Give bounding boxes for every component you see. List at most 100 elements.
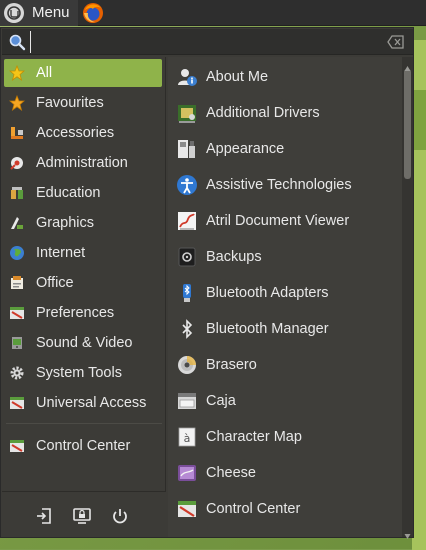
application-list: About Me Additional Drivers Appearance A… — [168, 57, 402, 537]
app-label: Additional Drivers — [206, 105, 320, 121]
category-system-tools[interactable]: System Tools — [4, 359, 162, 387]
category-label: Accessories — [36, 125, 115, 141]
app-label: Cheese — [206, 465, 256, 481]
preferences-icon — [9, 305, 25, 321]
category-sound-video[interactable]: Sound & Video — [4, 329, 162, 357]
backup-icon — [176, 246, 198, 268]
session-actions-bar — [2, 491, 166, 537]
star-icon — [8, 64, 26, 81]
sound-video-icon — [9, 335, 25, 351]
app-cheese[interactable]: Cheese — [168, 455, 402, 491]
app-label: Bluetooth Manager — [206, 321, 329, 337]
firefox-icon[interactable] — [82, 2, 104, 24]
menu-button[interactable]: Menu — [0, 0, 78, 26]
app-caja[interactable]: Caja — [168, 383, 402, 419]
category-accessories[interactable]: Accessories — [4, 119, 162, 147]
app-label: Backups — [206, 249, 262, 265]
category-preferences[interactable]: Preferences — [4, 299, 162, 327]
app-atril-document-viewer[interactable]: Atril Document Viewer — [168, 203, 402, 239]
clear-search-icon[interactable] — [387, 34, 405, 49]
category-universal-access[interactable]: Universal Access — [4, 389, 162, 417]
drivers-icon — [176, 102, 198, 124]
category-administration[interactable]: Administration — [4, 149, 162, 177]
app-backups[interactable]: Backups — [168, 239, 402, 275]
education-icon — [9, 185, 25, 201]
disc-icon — [176, 354, 198, 376]
power-icon[interactable] — [110, 506, 130, 526]
app-about-me[interactable]: About Me — [168, 59, 402, 95]
category-label: Control Center — [36, 438, 131, 454]
bluetooth-adapter-icon — [176, 282, 198, 304]
app-label: Control Center — [206, 501, 301, 517]
category-label: Favourites — [36, 95, 104, 111]
scroll-up-icon[interactable] — [404, 59, 411, 71]
app-label: Bluetooth Adapters — [206, 285, 329, 301]
app-bluetooth-adapters[interactable]: Bluetooth Adapters — [168, 275, 402, 311]
top-panel: Menu — [0, 0, 426, 26]
lock-screen-icon[interactable] — [72, 506, 92, 526]
app-control-center[interactable]: Control Center — [168, 491, 402, 527]
app-assistive-technologies[interactable]: Assistive Technologies — [168, 167, 402, 203]
mint-menu-icon — [4, 2, 24, 23]
category-favourites[interactable]: Favourites — [4, 89, 162, 117]
category-office[interactable]: Office — [4, 269, 162, 297]
accessibility-icon — [176, 174, 198, 196]
app-label: Assistive Technologies — [206, 177, 352, 193]
app-character-map[interactable]: à Character Map — [168, 419, 402, 455]
category-label: Administration — [36, 155, 128, 171]
application-menu: All Favourites Accessories Administratio… — [0, 27, 414, 539]
category-label: All — [36, 65, 53, 81]
webcam-icon — [176, 462, 198, 484]
category-label: Preferences — [36, 305, 115, 321]
category-control-center[interactable]: Control Center — [4, 432, 162, 460]
scroll-down-icon[interactable] — [404, 527, 411, 539]
file-manager-icon — [176, 390, 198, 412]
administration-icon — [9, 155, 25, 171]
app-list-scrollbar[interactable] — [402, 57, 413, 539]
app-bluetooth-manager[interactable]: Bluetooth Manager — [168, 311, 402, 347]
appearance-icon — [176, 138, 198, 160]
control-center-icon — [176, 498, 198, 520]
category-all[interactable]: All — [4, 59, 162, 87]
gear-icon — [9, 365, 25, 381]
scrollbar-thumb[interactable] — [404, 69, 411, 179]
bluetooth-icon — [176, 318, 198, 340]
category-label: Internet — [36, 245, 86, 261]
app-label: Caja — [206, 393, 236, 409]
office-icon — [9, 275, 25, 291]
menu-button-label: Menu — [32, 4, 70, 21]
search-icon — [8, 33, 26, 51]
category-education[interactable]: Education — [4, 179, 162, 207]
app-label: About Me — [206, 69, 269, 85]
graphics-icon — [9, 215, 25, 231]
category-label: Education — [36, 185, 101, 201]
desktop-wallpaper-accent — [412, 90, 426, 150]
category-label: System Tools — [36, 365, 122, 381]
app-appearance[interactable]: Appearance — [168, 131, 402, 167]
search-bar — [2, 29, 413, 55]
globe-icon — [9, 245, 25, 261]
control-center-icon — [9, 438, 25, 454]
search-input[interactable] — [30, 30, 387, 53]
category-label: Graphics — [36, 215, 95, 231]
logout-icon[interactable] — [34, 506, 54, 526]
category-separator — [6, 423, 162, 424]
star-icon — [8, 94, 26, 111]
app-brasero[interactable]: Brasero — [168, 347, 402, 383]
document-viewer-icon — [176, 210, 198, 232]
app-label: Brasero — [206, 357, 257, 373]
category-graphics[interactable]: Graphics — [4, 209, 162, 237]
universal-access-icon — [9, 395, 25, 411]
app-label: Character Map — [206, 429, 302, 445]
category-label: Sound & Video — [36, 335, 133, 351]
category-label: Office — [36, 275, 74, 291]
app-additional-drivers[interactable]: Additional Drivers — [168, 95, 402, 131]
category-label: Universal Access — [36, 395, 147, 411]
category-internet[interactable]: Internet — [4, 239, 162, 267]
category-list: All Favourites Accessories Administratio… — [2, 57, 166, 537]
app-label: Appearance — [206, 141, 285, 157]
character-map-icon: à — [176, 426, 198, 448]
accessories-icon — [9, 125, 25, 141]
user-icon — [176, 66, 198, 88]
svg-text:à: à — [184, 432, 191, 445]
